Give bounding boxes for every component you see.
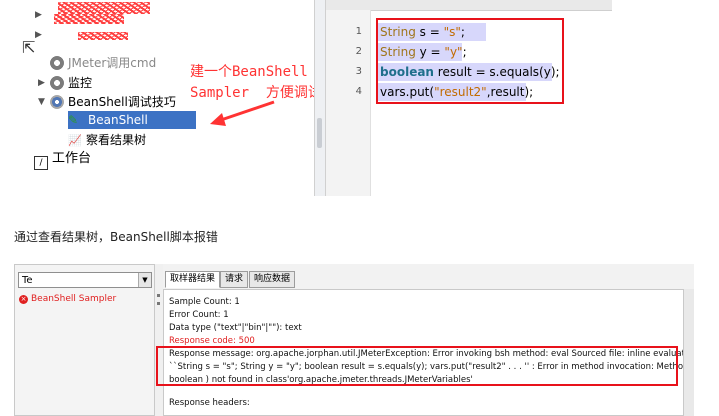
error-icon: × [19,295,28,304]
results-list-panel: Te ▼ × BeanShell Sampler [14,264,155,416]
search-combo[interactable]: Te ▼ [18,272,152,288]
tab-request[interactable]: 请求 [220,271,249,288]
line-number: 4 [355,86,362,97]
result-line: Error Count: 1 [169,310,229,320]
error-highlight-box [156,346,678,386]
line-number: 1 [355,26,362,37]
caption-text: 通过查看结果树，BeanShell脚本报错 [14,230,218,244]
tab-response-data[interactable]: 响应数据 [249,271,296,288]
annotation-arrow-icon [210,100,275,126]
result-line: Data type ("text"|"bin"|""): text [169,323,302,333]
results-detail-panel: 取样器结果 请求 响应数据 Sample Count: 1 Error Coun… [163,264,694,416]
bottom-screenshot: Te ▼ × BeanShell Sampler 取样器结果 请求 响应数据 Sa… [14,264,694,416]
line-number-gutter: 1 2 3 4 [326,10,371,196]
tab-sampler-result[interactable]: 取样器结果 [165,271,221,288]
tree-scrollbar[interactable] [314,0,326,196]
top-screenshot: ▶ ▶ ⇱ JMeter调用cmd ▶ 监控 ▼ BeanShell调试技巧 ✎… [14,0,612,196]
result-line: Response headers: [169,398,250,408]
test-plan-tree: ▶ ▶ ⇱ JMeter调用cmd ▶ 监控 ▼ BeanShell调试技巧 ✎… [14,0,322,196]
results-scrollbar[interactable] [683,289,694,416]
dropdown-arrow-icon[interactable]: ▼ [138,273,151,287]
highlight-box [376,18,564,104]
line-number: 3 [355,66,362,77]
result-line: Sample Count: 1 [169,297,240,307]
panel-splitter[interactable] [155,264,163,416]
line-number: 2 [355,46,362,57]
result-item-beanshell-sampler[interactable]: × BeanShell Sampler [19,293,116,306]
